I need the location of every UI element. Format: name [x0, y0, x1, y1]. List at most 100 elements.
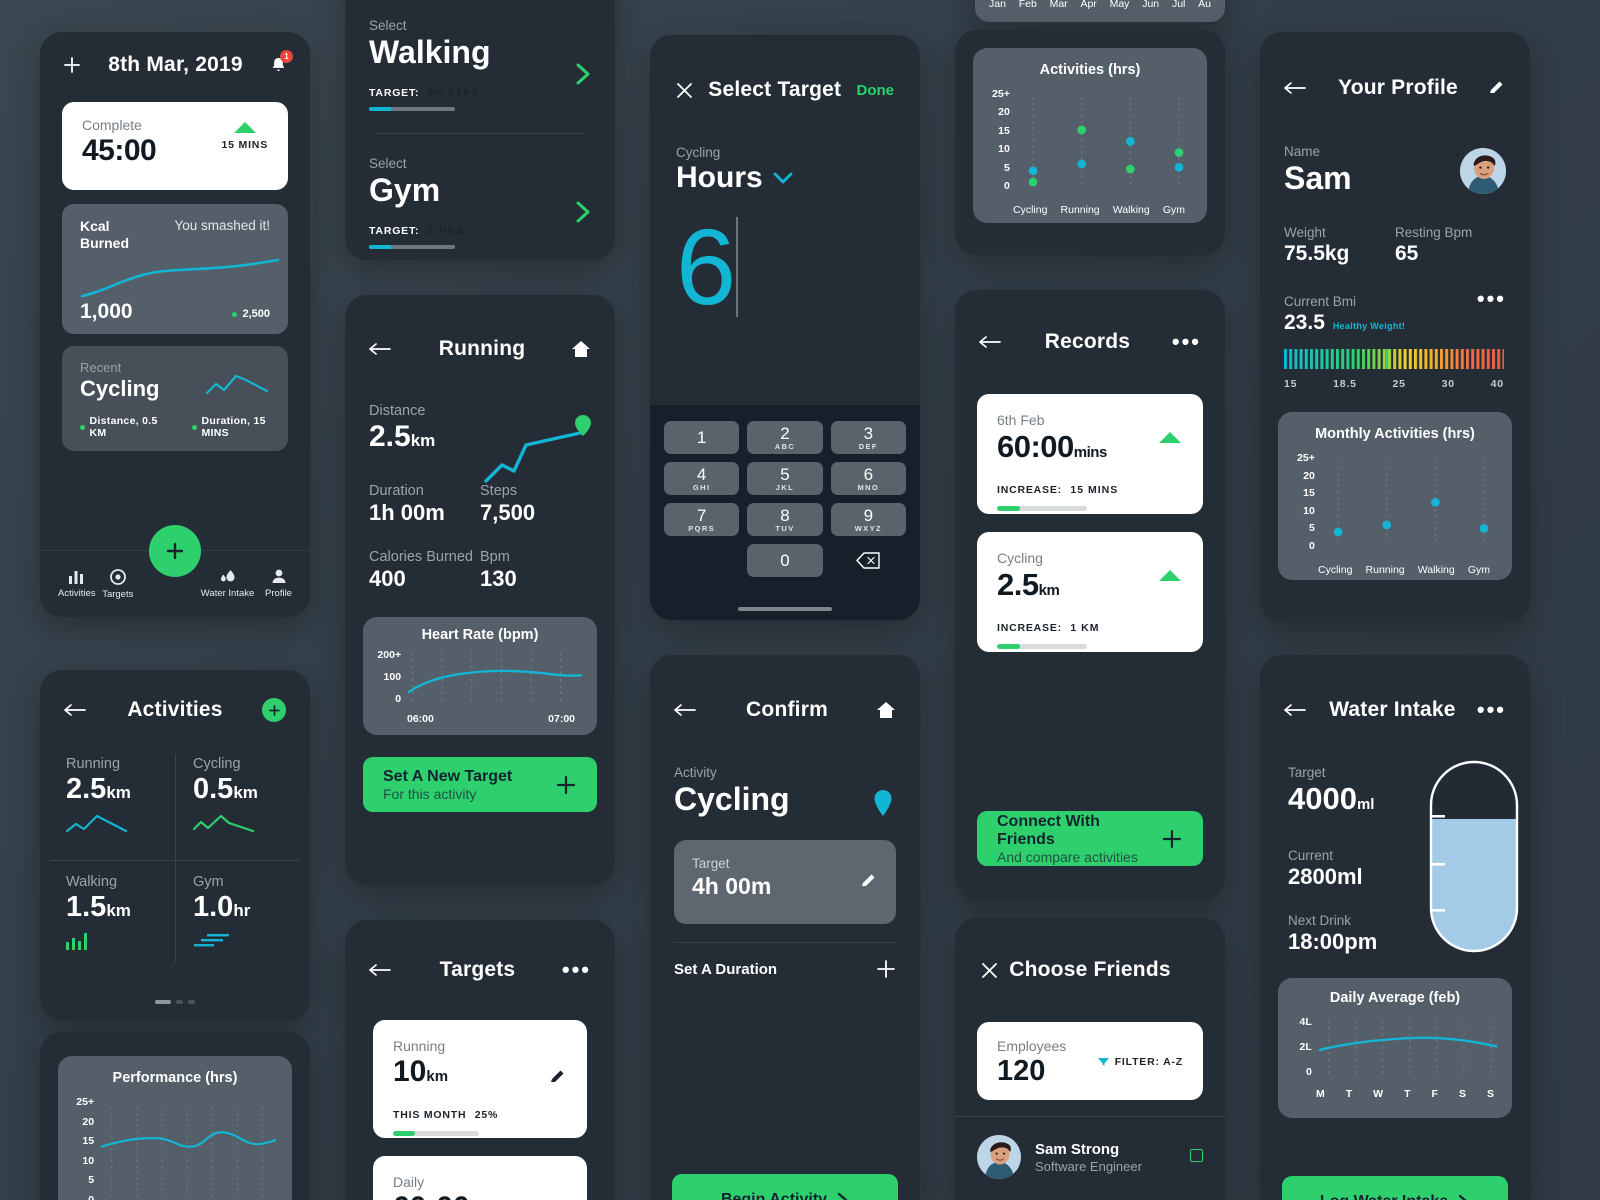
kcal-card[interactable]: Kcal Burned You smashed it! 1,000 2,500 [62, 204, 288, 334]
sparkline-cycling [192, 814, 255, 833]
set-duration-row[interactable]: Set A Duration [650, 943, 920, 979]
confirm-target-card[interactable]: Target 4h 00m [674, 840, 896, 924]
ytick: 0 [1309, 539, 1315, 552]
activity-tile-gym[interactable]: Gym 1.0hr [175, 860, 292, 970]
tile-label-gym: Gym [193, 874, 224, 890]
month-label[interactable]: Jan [989, 0, 1006, 10]
activity-tile-walking[interactable]: Walking 1.5km [58, 860, 175, 970]
xtick-cat: Cycling [1318, 564, 1353, 576]
add-activity-fab[interactable] [149, 525, 201, 577]
back-icon-profile[interactable] [1284, 81, 1308, 95]
tile-value-walking: 1.5 [66, 891, 107, 923]
activity-tile-cycling[interactable]: Cycling 0.5km [175, 750, 292, 860]
sidebar-item-targets[interactable]: Targets [102, 568, 133, 600]
sparkline-running [65, 814, 128, 833]
running-duration-value: 1h 00m [369, 500, 445, 525]
back-icon-targets[interactable] [369, 963, 393, 977]
target-card-daily[interactable]: Daily 60:00 [373, 1156, 587, 1200]
complete-card[interactable]: Complete 45:00 15 MINS [62, 102, 288, 190]
month-label[interactable]: May [1110, 0, 1130, 10]
keypad-key-9[interactable]: 9 WXYZ [830, 503, 906, 536]
keypad-key-6[interactable]: 6 MNO [830, 462, 906, 495]
tile-value-cycling: 0.5 [193, 773, 234, 805]
sidebar-item-activities[interactable]: Activities [58, 570, 95, 599]
recent-stat-1: Distance, 0.5 KM [89, 415, 158, 439]
pencil-icon[interactable] [549, 1068, 567, 1086]
more-horizontal-icon-water[interactable]: ••• [1477, 699, 1506, 721]
month-label[interactable]: Mar [1050, 0, 1068, 10]
map-pin-icon-confirm[interactable] [872, 789, 894, 819]
screenshot-board: 8th Mar, 2019 1 Complete 45:00 15 MINS K… [0, 0, 1600, 1200]
month-label[interactable]: Apr [1080, 0, 1096, 10]
bell-icon[interactable]: 1 [269, 50, 293, 75]
keypad-key-5[interactable]: 5 JKL [747, 462, 823, 495]
complete-delta: 15 MINS [221, 139, 268, 151]
add-activity-button[interactable] [262, 698, 286, 722]
employees-card[interactable]: Employees 120 FILTER: A-Z [977, 1022, 1203, 1100]
ytick: 4L [1299, 1016, 1312, 1028]
bmi-tick: 15 [1284, 378, 1298, 390]
checkbox-icon[interactable] [1190, 1149, 1203, 1162]
back-icon-records[interactable] [979, 335, 1003, 349]
xtick-hr-end: 07:00 [548, 713, 575, 725]
begin-activity-label: Begin Activity [720, 1191, 828, 1200]
pencil-icon-confirm[interactable] [860, 872, 878, 890]
heart-rate-plot [407, 653, 583, 702]
back-icon-confirm[interactable] [674, 703, 698, 717]
activity-tile-running[interactable]: Running 2.5km [58, 750, 175, 860]
cta-sub-target: For this activity [383, 785, 477, 802]
home-icon-confirm[interactable] [876, 701, 896, 719]
more-horizontal-icon-targets[interactable]: ••• [562, 959, 591, 981]
ytick: 20 [1303, 469, 1315, 482]
connect-friends-button[interactable]: Connect With Friends And compare activit… [977, 811, 1203, 866]
target-card-running[interactable]: Running 10km THIS MONTH 25% [373, 1020, 587, 1138]
keypad-key-2[interactable]: 2 ABC [747, 421, 823, 454]
chevron-down-icon[interactable] [773, 172, 793, 184]
chevron-right-icon[interactable] [575, 62, 591, 91]
profile-bmi-label: Current Bmi [1284, 294, 1357, 309]
keypad-key-4[interactable]: 4 GHI [664, 462, 740, 495]
select-name-walking: Walking [369, 34, 491, 70]
backspace-icon[interactable] [831, 544, 906, 577]
keypad-key-8[interactable]: 8 TUV [747, 503, 823, 536]
avatar-profile[interactable] [1460, 148, 1506, 194]
month-label[interactable]: Jun [1142, 0, 1159, 10]
water-target-unit: ml [1356, 796, 1375, 813]
friend-list-item[interactable]: Sam Strong Software Engineer [955, 1117, 1225, 1179]
close-icon-select-target[interactable] [676, 82, 693, 99]
back-icon-activities[interactable] [64, 703, 88, 717]
recent-card[interactable]: Recent Cycling Distance, 0.5 KM Duration… [62, 346, 288, 451]
sidebar-item-water[interactable]: Water Intake [201, 569, 254, 599]
select-item-gym[interactable]: Select Gym TARGET: 2 HRS [345, 134, 615, 249]
select-item-walking[interactable]: Select Walking TARGET: 5K STPS [345, 0, 615, 111]
home-screen: 8th Mar, 2019 1 Complete 45:00 15 MINS K… [40, 32, 310, 617]
begin-activity-button[interactable]: Begin Activity [672, 1174, 898, 1200]
done-button[interactable]: Done [857, 82, 895, 99]
bmi-tick: 40 [1490, 378, 1504, 390]
keypad-key-1[interactable]: 1 [664, 421, 740, 454]
chevron-right-icon-gym[interactable] [575, 200, 591, 229]
keypad-key-7[interactable]: 7 PQRS [664, 503, 740, 536]
back-icon-water[interactable] [1284, 703, 1308, 717]
more-horizontal-icon-bmi[interactable]: ••• [1477, 288, 1506, 310]
back-icon-running[interactable] [369, 342, 393, 356]
close-icon-friends[interactable] [981, 962, 998, 979]
month-label[interactable]: Au [1198, 0, 1211, 10]
keypad-key-3[interactable]: 3 DEF [830, 421, 906, 454]
month-label[interactable]: Jul [1172, 0, 1185, 10]
keypad-key-0[interactable]: 0 [747, 544, 823, 577]
filter-control[interactable]: FILTER: A-Z [1097, 1056, 1183, 1068]
chart-title-monthly: Monthly Activities (hrs) [1315, 426, 1475, 442]
home-icon[interactable] [571, 340, 591, 358]
record-card-1[interactable]: 6th Feb 60:00mins INCREASE: 15 MINS [977, 394, 1203, 514]
more-horizontal-icon-records[interactable]: ••• [1172, 331, 1201, 353]
month-label[interactable]: Feb [1019, 0, 1037, 10]
set-new-target-button[interactable]: Set A New Target For this activity [363, 757, 597, 812]
log-water-intake-button[interactable]: Log Water Intake [1282, 1176, 1508, 1200]
confirm-activity-label: Activity [674, 765, 717, 780]
add-icon[interactable] [62, 55, 82, 75]
pencil-icon-profile[interactable] [1488, 79, 1506, 97]
record-card-2[interactable]: Cycling 2.5km INCREASE: 1 KM [977, 532, 1203, 652]
sidebar-item-profile[interactable]: Profile [265, 569, 292, 599]
target-name-daily: Daily [393, 1174, 425, 1190]
